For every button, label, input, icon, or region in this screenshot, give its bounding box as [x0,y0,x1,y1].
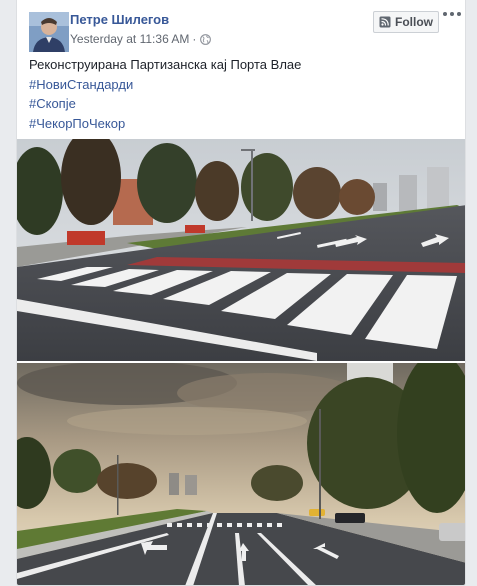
avatar[interactable] [29,12,69,52]
follow-label: Follow [395,15,433,29]
more-options-icon[interactable] [443,7,461,21]
post-message: Реконструирана Партизанска кај Порта Вла… [29,57,302,72]
photo-crosswalk-street[interactable] [17,129,465,361]
post-meta: Yesterday at 11:36 AM · [70,32,212,46]
meta-separator: · [192,32,197,46]
post-text: Реконструирана Партизанска кај Порта Вла… [29,55,449,133]
hashtag-chekorpochekor[interactable]: #ЧекорПоЧекор [29,114,449,134]
globe-icon[interactable] [200,33,212,45]
hashtag-skopje[interactable]: #Скопје [29,94,449,114]
follow-button[interactable]: Follow [373,11,439,33]
hashtag-novistandardi[interactable]: #НовиСтандарди [29,75,449,95]
post-timestamp[interactable]: Yesterday at 11:36 AM [70,32,189,46]
author-name[interactable]: Петре Шилегов [70,12,169,27]
post-card: Петре Шилегов Yesterday at 11:36 AM · Fo… [16,0,466,586]
photo-boulevard-arrows[interactable] [17,353,465,585]
rss-icon [379,16,391,28]
